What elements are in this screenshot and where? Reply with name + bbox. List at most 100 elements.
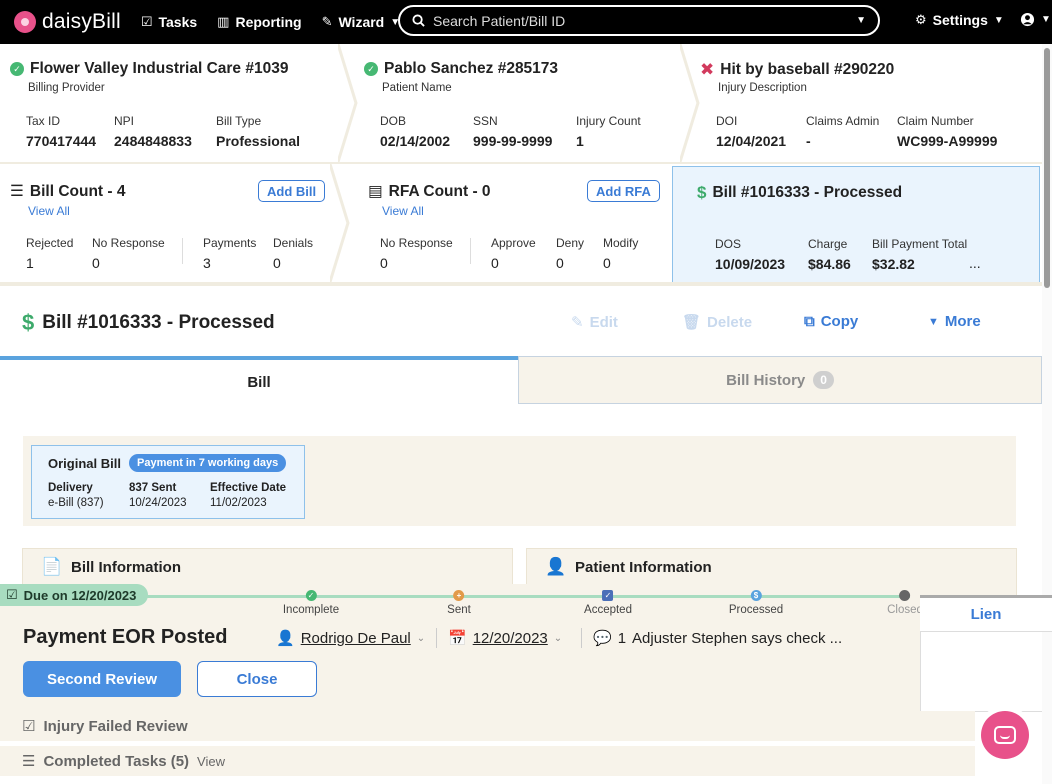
comment-count: 1	[617, 629, 627, 647]
scrollbar-thumb[interactable]	[1044, 48, 1050, 288]
bill-denials: Denials 0	[273, 236, 314, 271]
add-rfa-button[interactable]: Add RFA	[587, 180, 660, 202]
nav-wizard[interactable]: ✎ Wizard ▼	[322, 14, 401, 30]
progress-line	[140, 595, 910, 598]
comment-preview: Adjuster Stephen says check ...	[632, 629, 843, 647]
due-date-select[interactable]: 📅 12/20/2023 ⌄	[448, 629, 563, 648]
injury-claims-admin: Claims Admin -	[806, 114, 880, 149]
page-scrollbar[interactable]	[1042, 44, 1052, 784]
assignee-select[interactable]: 👤 Rodrigo De Paul ⌄	[276, 629, 425, 648]
pencil-icon: ✎	[571, 314, 584, 331]
daisy-logo-icon	[14, 11, 36, 33]
patient-name: Pablo Sanchez #285173	[384, 60, 559, 77]
chevron-down-icon: ▼	[993, 14, 1004, 26]
rfa-count-title: ▤ RFA Count - 0	[368, 182, 491, 201]
trash-icon: 🗑	[682, 314, 702, 331]
original-bill-card[interactable]: Original Bill Payment in 7 working days …	[31, 445, 305, 519]
rfa-view-all-link[interactable]: View All	[382, 204, 424, 218]
copy-label: Copy	[820, 313, 859, 330]
injury-name: Hit by baseball #290220	[720, 61, 895, 78]
bill-count-text: Bill Count - 4	[29, 182, 126, 200]
divider	[581, 628, 582, 648]
second-review-button[interactable]: Second Review	[23, 661, 181, 697]
original-bill-title: Original Bill	[48, 456, 121, 471]
effective-date-field: Effective Date 11/02/2023	[210, 482, 287, 509]
edit-button[interactable]: ✎ Edit	[571, 313, 618, 332]
injury-card[interactable]: ✖ Hit by baseball #290220 Injury Descrip…	[690, 44, 1042, 162]
due-date-badge: ☑ Due on 12/20/2023	[0, 584, 149, 606]
page-title-text: Bill #1016333 - Processed	[42, 312, 275, 333]
nav-reporting[interactable]: ▥ Reporting	[217, 14, 301, 30]
brand-name: daisyBill	[42, 10, 121, 33]
nav-tasks[interactable]: ☑ Tasks	[141, 14, 197, 30]
copy-button[interactable]: ⧉ Copy	[804, 313, 858, 330]
patient-subtitle: Patient Name	[382, 82, 452, 94]
tab-bill-label: Bill	[247, 373, 271, 391]
bill-charge: Charge $84.86	[808, 237, 851, 272]
step-incomplete: ✓ Incomplete	[282, 590, 340, 616]
chat-launcher-button[interactable]	[981, 711, 1029, 759]
step-closed: Closed	[887, 590, 923, 616]
magic-wand-icon: ✎	[321, 14, 333, 29]
provider-card[interactable]: ✓ Flower Valley Industrial Care #1039 Bi…	[0, 44, 350, 162]
bill-count-card[interactable]: ☰ Bill Count - 4 View All Add Bill Rejec…	[0, 164, 340, 282]
completed-tasks-row[interactable]: ☰ Completed Tasks (5) View	[0, 746, 975, 776]
bill-dos: DOS 10/09/2023	[715, 237, 786, 272]
clipboard-check-icon: ☑	[22, 718, 36, 735]
tab-lien-label: Lien	[970, 606, 1002, 623]
bill-rejected: Rejected 1	[26, 236, 74, 271]
patient-information-title: Patient Information	[575, 559, 712, 576]
patient-icon: 👤	[545, 557, 567, 576]
chevron-down-icon: ⌄	[553, 632, 563, 644]
injury-title: ✖ Hit by baseball #290220	[700, 60, 894, 80]
calendar-icon: 📅	[448, 630, 467, 647]
step-processed: $ Processed	[728, 590, 784, 616]
dollar-icon: $	[697, 183, 707, 202]
more-ellipsis[interactable]: ...	[969, 255, 981, 273]
user-circle-icon	[1020, 12, 1035, 27]
current-bill-title: $ Bill #1016333 - Processed	[697, 183, 902, 203]
top-nav: daisyBill ☑ Tasks ▥ Reporting ✎ Wizard ▼…	[0, 0, 1052, 44]
nav-reporting-label: Reporting	[235, 14, 302, 30]
provider-npi: NPI 2484848833	[114, 114, 192, 149]
search-input[interactable]	[433, 12, 849, 29]
account-menu[interactable]: ▼	[1020, 12, 1051, 27]
provider-bill-type: Bill Type Professional	[216, 114, 301, 149]
bill-view-all-link[interactable]: View All	[28, 204, 70, 218]
search-box[interactable]: ▼	[398, 5, 880, 36]
delete-button[interactable]: 🗑 Delete	[682, 313, 752, 332]
rfa-count-text: RFA Count - 0	[388, 182, 491, 200]
nav-settings[interactable]: ⚙ Settings ▼	[915, 12, 1004, 28]
list-icon: ☰	[22, 753, 36, 770]
patient-dob: DOB 02/14/2002	[380, 114, 451, 149]
lien-panel	[920, 632, 1042, 712]
divider	[182, 238, 183, 264]
tab-bill[interactable]: Bill	[0, 356, 518, 404]
dollar-icon: $	[22, 310, 35, 335]
more-button[interactable]: ▼ More	[928, 313, 981, 330]
search-icon	[412, 14, 425, 27]
rfa-deny: Deny 0	[556, 236, 585, 271]
nav-tasks-label: Tasks	[158, 14, 198, 30]
tab-lien[interactable]: Lien	[920, 598, 1052, 632]
chevron-down-icon[interactable]: ▼	[856, 15, 866, 26]
comment-link[interactable]: 💬 1 Adjuster Stephen says check ...	[593, 629, 843, 648]
current-bill-card[interactable]: $ Bill #1016333 - Processed DOS 10/09/202…	[672, 166, 1040, 284]
step-accepted: ✓ Accepted	[584, 590, 632, 616]
rfa-count-card[interactable]: ▤ RFA Count - 0 View All Add RFA No Resp…	[350, 164, 672, 282]
failed-review-row[interactable]: ☑ Injury Failed Review	[0, 711, 975, 741]
rfa-no-response: No Response 0	[380, 236, 453, 271]
header-row-entities: ✓ Flower Valley Industrial Care #1039 Bi…	[0, 44, 1042, 164]
divider	[470, 238, 471, 264]
bill-no-response: No Response 0	[92, 236, 165, 271]
close-button[interactable]: Close	[197, 661, 317, 697]
header-row-counts: ☰ Bill Count - 4 View All Add Bill Rejec…	[0, 164, 1042, 286]
view-completed-link[interactable]: View	[197, 754, 225, 769]
task-title: Payment EOR Posted	[23, 626, 228, 648]
tab-bill-history[interactable]: Bill History 0	[518, 356, 1042, 404]
patient-card[interactable]: ✓ Pablo Sanchez #285173 Patient Name DOB…	[350, 44, 690, 162]
failed-review-label: Injury Failed Review	[43, 717, 188, 735]
add-bill-button[interactable]: Add Bill	[258, 180, 326, 202]
brand-logo[interactable]: daisyBill	[14, 10, 121, 34]
rfa-approve: Approve 0	[491, 236, 536, 271]
